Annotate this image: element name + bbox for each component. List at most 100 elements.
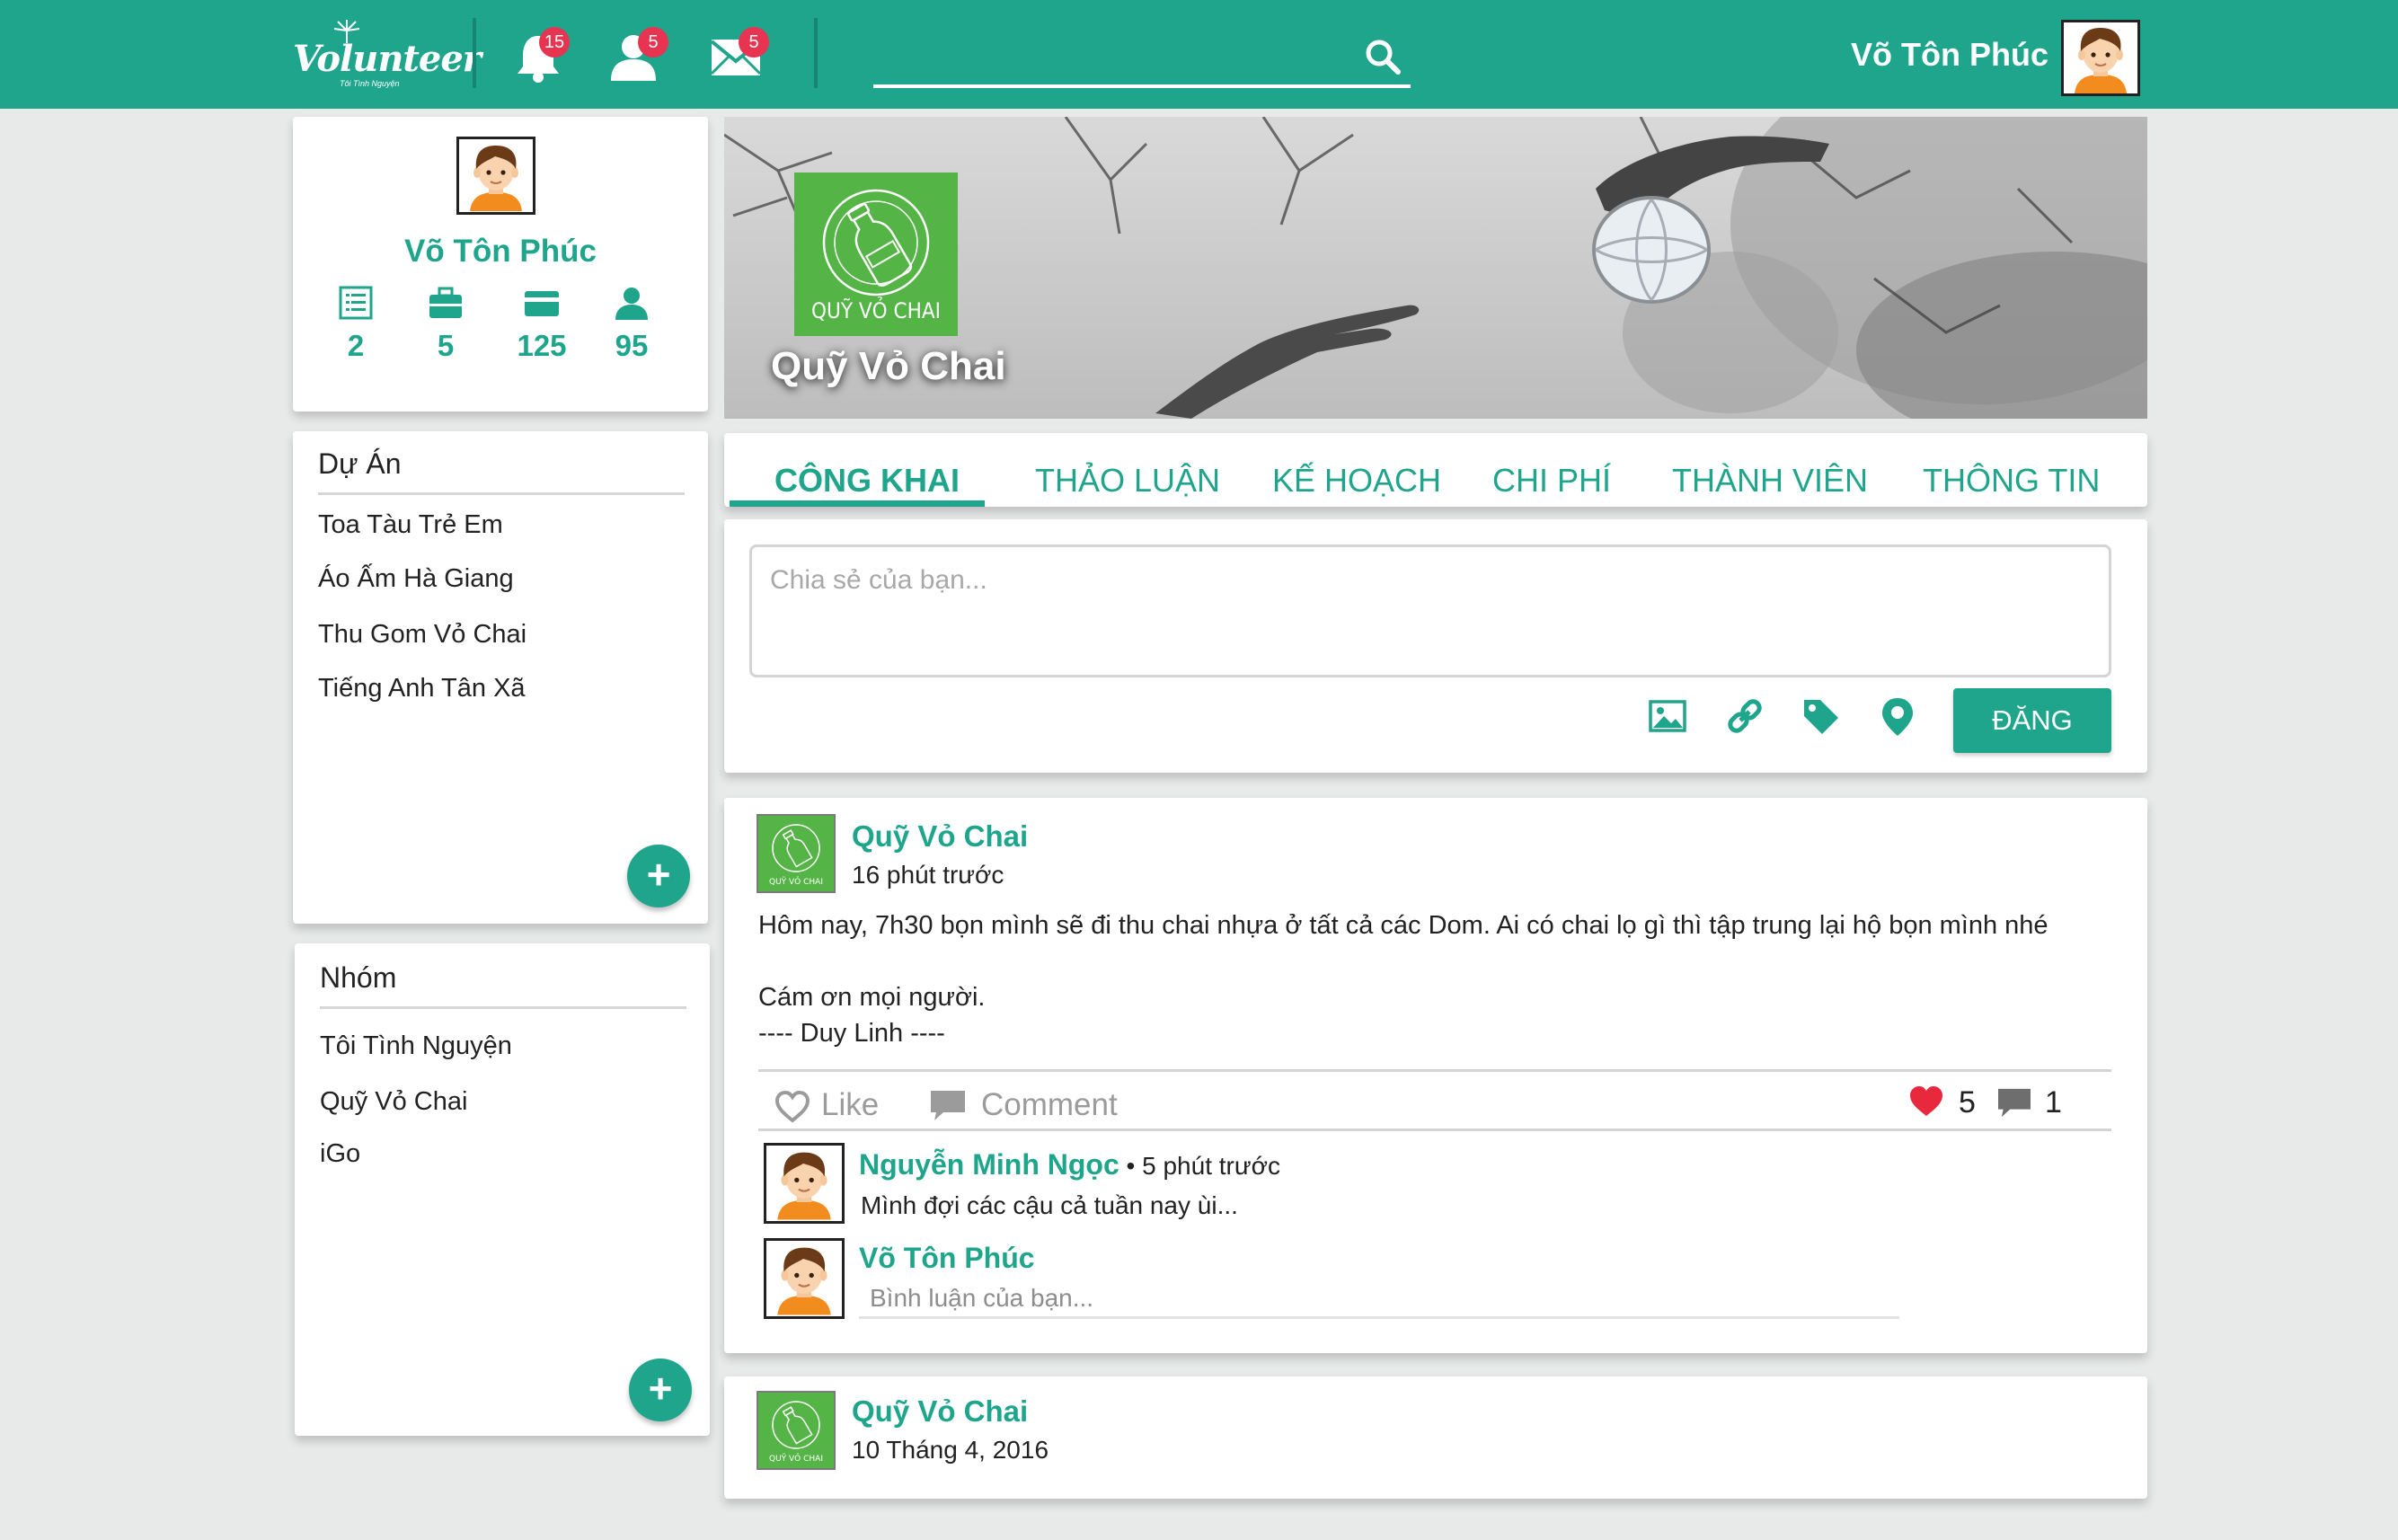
divider: [814, 18, 818, 88]
tab-public[interactable]: CÔNG KHAI: [774, 462, 960, 500]
svg-text:QUỸ VỎ CHAI: QUỸ VỎ CHAI: [769, 1453, 823, 1464]
tab-plan[interactable]: KẾ HOẠCH: [1272, 462, 1441, 500]
comment-icon: [1998, 1088, 2031, 1118]
stat-value: 95: [615, 329, 649, 362]
avatar-icon: [459, 140, 533, 211]
like-button[interactable]: Like: [774, 1084, 927, 1130]
stat-jobs[interactable]: 5: [405, 286, 486, 363]
bottle-icon: QUỸ VỎ CHAI: [758, 816, 834, 891]
group-item[interactable]: iGo: [320, 1139, 360, 1169]
post-author[interactable]: Quỹ Vỏ Chai: [852, 1394, 1028, 1429]
like-count: 5: [1959, 1085, 1976, 1120]
comment-text: Mình đợi các cậu cả tuần nay ùi...: [861, 1191, 1238, 1219]
link-icon: [1728, 699, 1762, 733]
add-group-button[interactable]: +: [629, 1359, 692, 1421]
card-icon: [525, 291, 559, 316]
tab-info[interactable]: THÔNG TIN: [1923, 462, 2100, 500]
heart-icon: [1910, 1086, 1942, 1116]
comment-author: Nguyễn Minh Ngọc • 5 phút trước: [859, 1148, 1280, 1182]
tab-bar: CÔNG KHAI THẢO LUẬN KẾ HOẠCH CHI PHÍ THÀ…: [724, 433, 2147, 507]
divider: [758, 1069, 2111, 1072]
add-photo-button[interactable]: [1648, 696, 1693, 741]
header-avatar[interactable]: [2061, 20, 2140, 96]
reply-author: Võ Tôn Phúc: [859, 1242, 1035, 1274]
volunteer-logo[interactable]: Volunteer Tôi Tình Nguyện: [293, 18, 482, 92]
header-user-name[interactable]: Võ Tôn Phúc: [1851, 36, 2048, 74]
projects-card: Dự Án Toa Tàu Trẻ Em Áo Ấm Hà Giang Thu …: [293, 431, 708, 924]
like-label: Like: [821, 1087, 880, 1122]
user-icon: [615, 288, 648, 320]
tab-members[interactable]: THÀNH VIÊN: [1672, 462, 1868, 500]
active-tab-indicator: [730, 500, 985, 507]
post-button[interactable]: ĐĂNG: [1953, 688, 2111, 753]
divider: [320, 1006, 686, 1009]
divider: [318, 492, 685, 495]
stat-cards[interactable]: 125: [501, 286, 582, 363]
image-icon: [1649, 700, 1686, 732]
post-timestamp: 10 Tháng 4, 2016: [852, 1436, 1049, 1464]
location-pin-icon: [1882, 698, 1913, 736]
comment-input[interactable]: [859, 1279, 1899, 1319]
friend-requests-badge: 5: [638, 27, 668, 58]
stat-projects[interactable]: 2: [315, 286, 396, 363]
messages-button[interactable]: 5: [710, 27, 773, 90]
briefcase-icon: [429, 287, 462, 318]
post-author-avatar[interactable]: QUỸ VỎ CHAI: [757, 814, 836, 893]
post-composer: ĐĂNG: [724, 519, 2147, 773]
tag-icon: [1804, 700, 1838, 734]
group-logo-label: QUỸ VỎ CHAI: [811, 298, 941, 323]
post-text-line: Cám ơn mọi người.: [758, 983, 986, 1012]
divider: [473, 18, 476, 88]
post-card: QUỸ VỎ CHAI Quỹ Vỏ Chai 10 Tháng 4, 2016: [724, 1376, 2147, 1499]
top-bar: Volunteer Tôi Tình Nguyện 15 5 5 Võ Tôn …: [0, 0, 2398, 109]
add-tag-button[interactable]: [1801, 696, 1845, 741]
profile-card: Võ Tôn Phúc 2 5 125 95: [293, 117, 708, 412]
search-icon[interactable]: [1364, 38, 1402, 75]
profile-name[interactable]: Võ Tôn Phúc: [293, 234, 708, 270]
add-link-button[interactable]: [1725, 696, 1770, 741]
post-card: QUỸ VỎ CHAI Quỹ Vỏ Chai 16 phút trước Hô…: [724, 798, 2147, 1353]
composer-box: [749, 544, 2111, 677]
comment-time: • 5 phút trước: [1119, 1152, 1280, 1180]
project-item[interactable]: Áo Ấm Hà Giang: [318, 564, 514, 594]
groups-card: Nhóm Tôi Tình Nguyện Quỹ Vỏ Chai iGo +: [295, 943, 710, 1436]
stat-value: 2: [347, 329, 365, 362]
post-text-line: ---- Duy Linh ----: [758, 1019, 945, 1048]
post-text-line: Hôm nay, 7h30 bọn mình sẽ đi thu chai nh…: [758, 911, 2048, 940]
tab-expenses[interactable]: CHI PHÍ: [1492, 462, 1611, 500]
heart-outline-icon: [774, 1091, 810, 1123]
messages-badge: 5: [739, 27, 769, 58]
comment-button[interactable]: Comment: [929, 1084, 1145, 1130]
post-author[interactable]: Quỹ Vỏ Chai: [852, 819, 1028, 854]
project-item[interactable]: Tiếng Anh Tân Xã: [318, 674, 526, 704]
group-item[interactable]: Quỹ Vỏ Chai: [320, 1087, 467, 1117]
comment-label: Comment: [981, 1087, 1118, 1122]
post-timestamp: 16 phút trước: [852, 861, 1004, 889]
comment-author-name[interactable]: Nguyễn Minh Ngọc: [859, 1148, 1119, 1181]
divider: [758, 1128, 2111, 1131]
friend-requests-button[interactable]: 5: [609, 27, 672, 90]
add-project-button[interactable]: +: [627, 845, 690, 907]
profile-avatar[interactable]: [456, 137, 535, 215]
search-bar: [873, 32, 1411, 88]
composer-input[interactable]: [770, 565, 2091, 655]
commenter-avatar[interactable]: [764, 1143, 845, 1224]
group-item[interactable]: Tôi Tình Nguyện: [320, 1031, 512, 1061]
notifications-button[interactable]: 15: [514, 27, 577, 90]
avatar-icon: [2064, 22, 2137, 93]
post-author-avatar[interactable]: QUỸ VỎ CHAI: [757, 1391, 836, 1470]
stat-friends[interactable]: 95: [591, 286, 672, 363]
project-item[interactable]: Thu Gom Vỏ Chai: [318, 620, 526, 650]
comment-count: 1: [2045, 1085, 2062, 1120]
reply-avatar[interactable]: [764, 1238, 845, 1319]
projects-title: Dự Án: [318, 447, 402, 480]
logo-text: Volunteer: [293, 38, 482, 80]
cover-image: QUỸ VỎ CHAI Quỹ Vỏ Chai: [724, 117, 2147, 419]
search-input[interactable]: [873, 38, 1358, 81]
group-logo[interactable]: QUỸ VỎ CHAI: [794, 173, 958, 336]
project-item[interactable]: Toa Tàu Trẻ Em: [318, 510, 503, 540]
add-location-button[interactable]: [1878, 696, 1923, 741]
tab-discussion[interactable]: THẢO LUẬN: [1035, 462, 1220, 500]
bottle-icon: QUỸ VỎ CHAI: [758, 1393, 834, 1468]
groups-title: Nhóm: [320, 961, 397, 994]
